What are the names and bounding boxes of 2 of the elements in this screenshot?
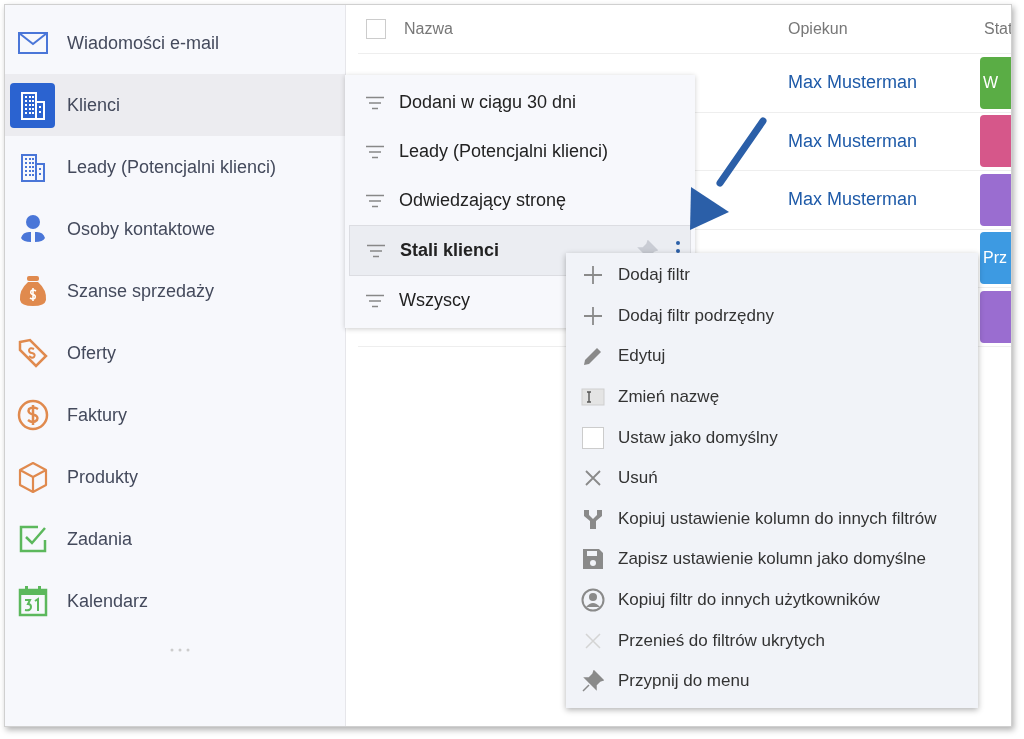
status-badge: W — [980, 56, 1011, 109]
status-badge: Prz — [980, 232, 1011, 285]
